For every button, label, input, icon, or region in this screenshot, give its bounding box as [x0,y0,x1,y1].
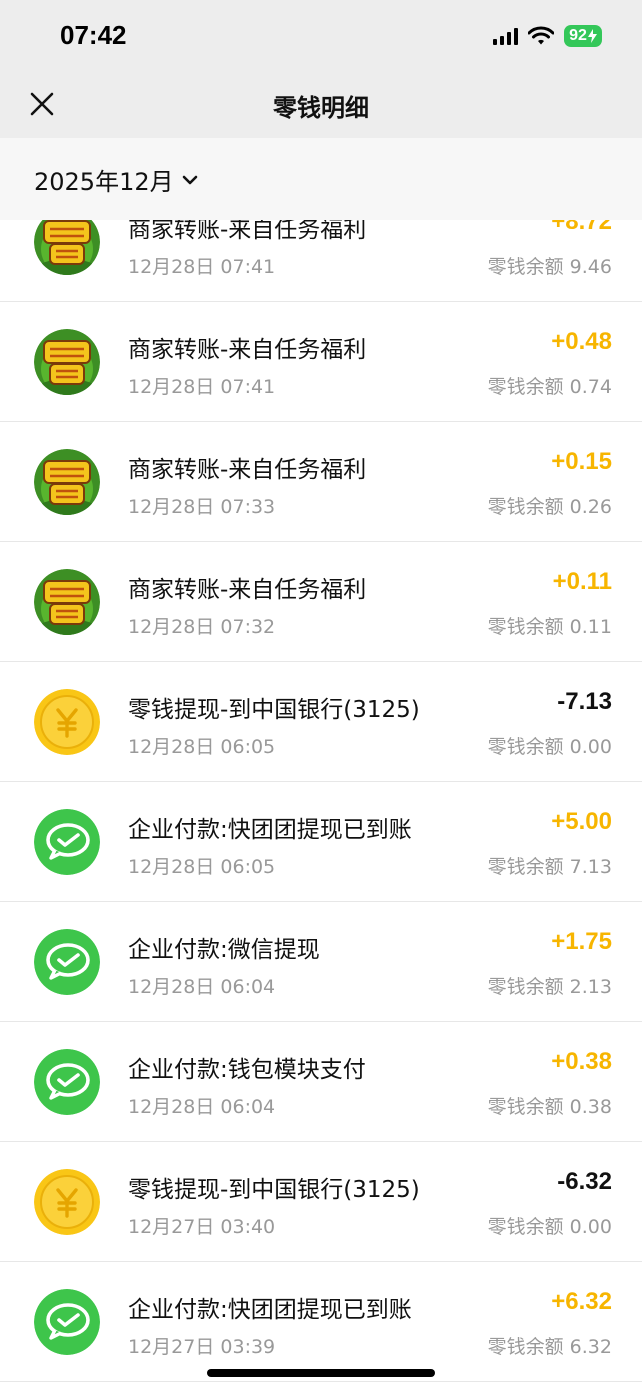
balance-after: 零钱余额 0.11 [487,616,612,638]
balance-after: 零钱余额 0.26 [487,496,612,518]
transaction-amount: +1.75 [551,928,612,955]
transaction-amount: +0.15 [551,448,612,475]
transaction-title: 零钱提现-到中国银行(3125) [128,697,420,723]
transaction-row[interactable]: 商家转账-来自任务福利 12月28日 07:33 +0.15 零钱余额 0.26 [0,422,642,542]
transaction-date: 12月28日 07:33 [128,496,276,518]
home-indicator [207,1369,435,1377]
game-icon [34,220,100,275]
wechat-icon [34,809,100,875]
transaction-title: 企业付款:快团团提现已到账 [128,1297,412,1323]
wifi-icon [528,26,554,45]
transaction-date: 12月27日 03:40 [128,1216,276,1238]
month-label: 2025年12月 [34,168,174,196]
transaction-amount: +8.72 [551,220,612,235]
transaction-row[interactable]: 商家转账-来自任务福利 12月28日 07:41 +8.72 零钱余额 9.46 [0,220,642,302]
month-filter-bar: 2025年12月 [0,138,642,220]
battery-icon: 92 [564,25,602,47]
game-icon [34,329,100,395]
transaction-title: 企业付款:钱包模块支付 [128,1057,366,1083]
transaction-title: 商家转账-来自任务福利 [128,220,367,243]
yuan-coin-icon [34,689,100,755]
balance-after: 零钱余额 6.32 [487,1336,612,1358]
transaction-title: 商家转账-来自任务福利 [128,577,367,603]
balance-after: 零钱余额 0.00 [487,1216,612,1238]
wechat-icon [34,1049,100,1115]
transaction-date: 12月28日 07:32 [128,616,276,638]
transaction-amount: +6.32 [551,1288,612,1315]
battery-level: 92 [569,27,587,44]
transaction-row[interactable]: 企业付款:快团团提现已到账 12月28日 06:05 +5.00 零钱余额 7.13 [0,782,642,902]
balance-after: 零钱余额 2.13 [487,976,612,998]
transaction-row[interactable]: 企业付款:钱包模块支付 12月28日 06:04 +0.38 零钱余额 0.38 [0,1022,642,1142]
transaction-date: 12月28日 06:04 [128,1096,276,1118]
status-bar: 07:42 92 [0,0,642,72]
transaction-list[interactable]: 商家转账-来自任务福利 12月28日 07:41 +8.72 零钱余额 9.46 商家… [0,220,642,1389]
transaction-row[interactable]: 零钱提现-到中国银行(3125) 12月27日 03:40 -6.32 零钱余额 0.… [0,1142,642,1262]
page-title: 零钱明细 [273,94,369,122]
wechat-icon [34,1289,100,1355]
status-time: 07:42 [60,20,127,50]
transaction-amount: +5.00 [551,808,612,835]
balance-after: 零钱余额 0.38 [487,1096,612,1118]
transaction-title: 零钱提现-到中国银行(3125) [128,1177,420,1203]
wechat-icon [34,929,100,995]
nav-bar: 零钱明细 [0,72,642,138]
transaction-amount: +0.48 [551,328,612,355]
transaction-row[interactable]: 商家转账-来自任务福利 12月28日 07:32 +0.11 零钱余额 0.11 [0,542,642,662]
transaction-amount: -6.32 [557,1168,612,1195]
transaction-date: 12月28日 07:41 [128,376,276,398]
month-selector[interactable]: 2025年12月 [34,162,200,197]
transaction-title: 商家转账-来自任务福利 [128,337,367,363]
transaction-row[interactable]: 商家转账-来自任务福利 12月28日 07:41 +0.48 零钱余额 0.74 [0,302,642,422]
transaction-date: 12月28日 06:05 [128,856,276,878]
transaction-date: 12月28日 06:05 [128,736,276,758]
transaction-row[interactable]: 企业付款:快团团提现已到账 12月27日 03:39 +6.32 零钱余额 6.32 [0,1262,642,1382]
yuan-coin-icon [34,1169,100,1235]
game-icon [34,449,100,515]
balance-after: 零钱余额 9.46 [487,256,612,278]
chevron-down-icon [182,175,197,184]
game-icon [34,569,100,635]
transaction-title: 企业付款:微信提现 [128,937,320,963]
transaction-title: 商家转账-来自任务福利 [128,457,367,483]
balance-after: 零钱余额 0.00 [487,736,612,758]
transaction-date: 12月27日 03:39 [128,1336,276,1358]
transaction-row[interactable]: 企业付款:微信提现 12月28日 06:04 +1.75 零钱余额 2.13 [0,902,642,1022]
transaction-date: 12月28日 06:04 [128,976,276,998]
signal-icon [493,27,518,45]
balance-after: 零钱余额 7.13 [487,856,612,878]
transaction-amount: -7.13 [557,688,612,715]
status-icons: 92 [493,24,602,48]
transaction-amount: +0.11 [552,568,612,595]
transaction-amount: +0.38 [551,1048,612,1075]
transaction-title: 企业付款:快团团提现已到账 [128,817,412,843]
transaction-date: 12月28日 07:41 [128,256,276,278]
balance-after: 零钱余额 0.74 [487,376,612,398]
transaction-row[interactable]: 零钱提现-到中国银行(3125) 12月28日 06:05 -7.13 零钱余额 0.… [0,662,642,782]
